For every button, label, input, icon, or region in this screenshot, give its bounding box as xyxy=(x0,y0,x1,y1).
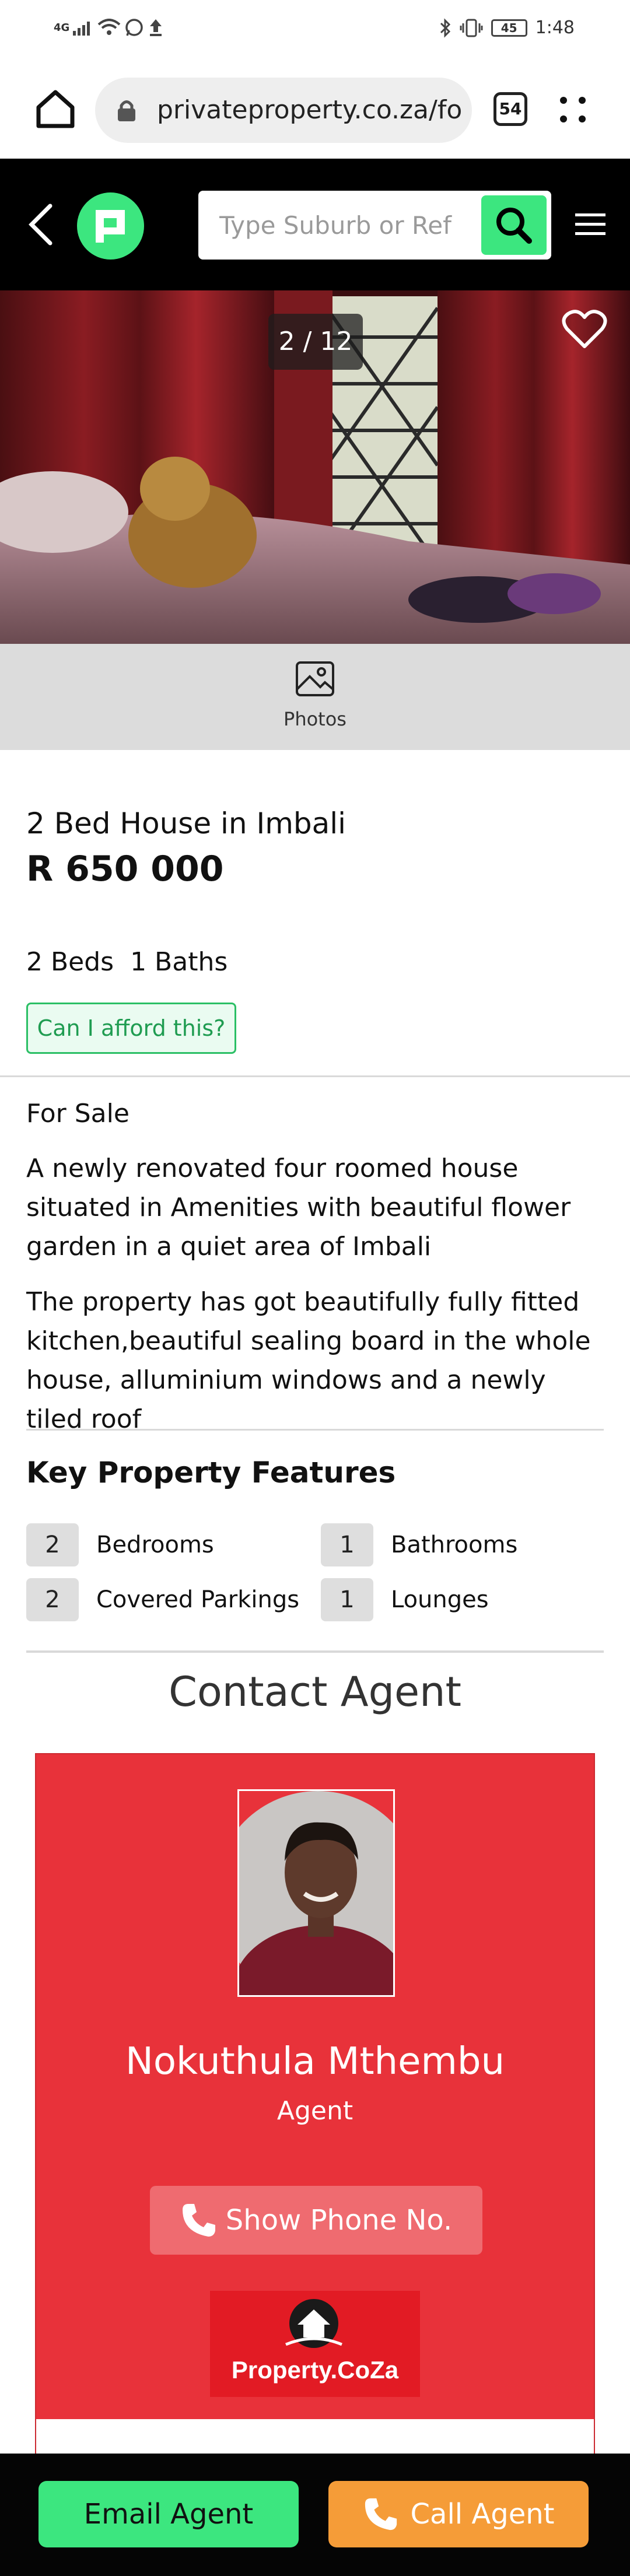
image-icon xyxy=(296,661,334,696)
divider xyxy=(26,1650,604,1653)
feature-label: Bedrooms xyxy=(96,1531,214,1558)
clock: 1:48 xyxy=(535,17,575,38)
listing-title: 2 Bed House in Imbali xyxy=(26,807,346,840)
battery-icon: 45 xyxy=(491,19,527,37)
call-agent-button[interactable]: Call Agent xyxy=(328,2481,589,2547)
browser-toolbar: privateproperty.co.za/fo 54 xyxy=(0,58,630,159)
phone-icon xyxy=(365,2498,397,2531)
wifi-icon xyxy=(97,19,121,35)
feature-bedrooms: 2 Bedrooms xyxy=(26,1523,214,1566)
back-arrow-icon[interactable] xyxy=(24,201,57,248)
feature-count: 1 xyxy=(321,1523,373,1566)
site-logo[interactable] xyxy=(77,192,144,260)
phone-icon xyxy=(182,2204,215,2237)
call-agent-label: Call Agent xyxy=(410,2498,555,2531)
property-photo[interactable]: 2 / 12 xyxy=(0,290,630,644)
bluetooth-icon xyxy=(440,17,450,38)
logo-mark-icon xyxy=(96,210,125,243)
listing-price: R 650 000 xyxy=(26,849,224,889)
description-paragraph: A newly renovated four roomed house situ… xyxy=(26,1154,571,1261)
agent-name: Nokuthula Mthembu xyxy=(125,2040,505,2083)
afford-button[interactable]: Can I afford this? xyxy=(26,1003,236,1054)
agent-avatar xyxy=(239,1791,393,1995)
upload-icon xyxy=(150,19,162,36)
agency-house-icon xyxy=(285,2299,342,2348)
email-agent-button[interactable]: Email Agent xyxy=(38,2481,299,2547)
status-right: 45 1:48 xyxy=(439,17,575,38)
divider xyxy=(0,1075,630,1077)
heart-icon[interactable] xyxy=(561,308,608,350)
bottom-action-bar: Email Agent Call Agent xyxy=(0,2454,630,2576)
search-box xyxy=(198,191,551,260)
search-input[interactable] xyxy=(219,191,476,260)
signal-icon xyxy=(73,22,90,36)
photos-button[interactable]: Photos xyxy=(0,644,630,750)
show-phone-button[interactable]: Show Phone No. xyxy=(150,2186,482,2255)
vibrate-icon xyxy=(460,19,483,37)
description-paragraph: The property has got beautifully fully f… xyxy=(26,1287,591,1430)
feature-covered-parkings: 2 Covered Parkings xyxy=(26,1578,299,1621)
agent-photo xyxy=(237,1789,395,1997)
status-bar: 4G 45 1:48 xyxy=(0,0,630,58)
tabs-button[interactable]: 54 xyxy=(494,92,527,126)
site-header xyxy=(0,159,630,290)
browser-menu-icon[interactable] xyxy=(558,91,588,128)
feature-label: Lounges xyxy=(391,1586,489,1613)
feature-bathrooms: 1 Bathrooms xyxy=(321,1523,517,1566)
agent-card: Nokuthula Mthembu Agent Show Phone No. P… xyxy=(35,1753,595,2524)
contact-title: Contact Agent xyxy=(169,1668,461,1716)
beds-baths-summary: 2 Beds 1 Baths xyxy=(26,947,228,977)
search-button[interactable] xyxy=(481,195,547,255)
search-icon xyxy=(496,208,532,244)
feature-label: Covered Parkings xyxy=(96,1586,300,1613)
divider xyxy=(26,1429,604,1431)
status-left: 4G xyxy=(54,17,164,37)
features-title: Key Property Features xyxy=(26,1456,396,1489)
feature-lounges: 1 Lounges xyxy=(321,1578,489,1621)
whatsapp-icon xyxy=(125,19,144,36)
address-bar[interactable]: privateproperty.co.za/fo xyxy=(95,78,472,143)
hamburger-menu-icon[interactable] xyxy=(575,211,606,237)
lock-icon xyxy=(118,100,135,121)
feature-label: Bathrooms xyxy=(391,1531,518,1558)
feature-count: 1 xyxy=(321,1578,373,1621)
photos-label: Photos xyxy=(284,708,346,730)
description: A newly renovated four roomed house situ… xyxy=(26,1149,604,1430)
show-phone-label: Show Phone No. xyxy=(225,2204,453,2237)
feature-count: 2 xyxy=(26,1578,79,1621)
agency-name: Property.CoZa xyxy=(231,2356,399,2384)
photo-counter: 2 / 12 xyxy=(268,314,363,370)
home-icon[interactable] xyxy=(34,87,77,131)
sale-type: For Sale xyxy=(26,1099,130,1128)
agency-logo[interactable]: Property.CoZa xyxy=(210,2291,420,2397)
feature-count: 2 xyxy=(26,1523,79,1566)
network-label: 4G xyxy=(54,21,70,34)
agent-role: Agent xyxy=(276,2096,354,2126)
url-text: privateproperty.co.za/fo xyxy=(157,95,463,125)
